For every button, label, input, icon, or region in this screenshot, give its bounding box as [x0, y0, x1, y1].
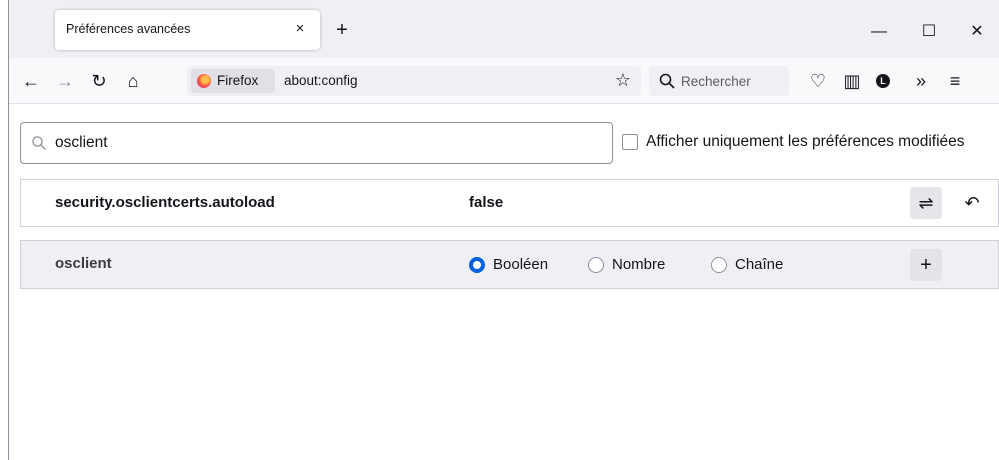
pref-row: security.osclientcerts.autoload false ⇌ …: [20, 179, 999, 227]
account-avatar-icon[interactable]: L: [876, 74, 890, 88]
new-tab-button[interactable]: +: [331, 20, 353, 42]
radio-string-label[interactable]: Chaîne: [735, 256, 783, 273]
forward-button[interactable]: →: [51, 67, 79, 95]
show-modified-checkbox[interactable]: [622, 134, 638, 150]
radio-boolean[interactable]: [469, 257, 485, 273]
radio-number[interactable]: [588, 257, 604, 273]
tab-advanced-preferences[interactable]: Préférences avancées ×: [55, 10, 320, 50]
show-modified-label: Afficher uniquement les préférences modi…: [646, 133, 965, 150]
radio-boolean-label[interactable]: Booléen: [493, 256, 548, 273]
firefox-logo-icon: [197, 74, 211, 88]
home-button[interactable]: ⌂: [119, 67, 147, 95]
identity-label: Firefox: [217, 73, 259, 88]
bookmark-star-icon[interactable]: ☆: [611, 68, 635, 92]
pref-value: false: [469, 194, 504, 211]
back-button[interactable]: ←: [17, 67, 45, 95]
close-window-button[interactable]: ✕: [962, 22, 992, 46]
tab-close-icon[interactable]: ×: [290, 19, 310, 39]
url-bar[interactable]: Firefox about:config ☆: [187, 66, 641, 96]
maximize-button[interactable]: ☐: [914, 22, 944, 46]
radio-string[interactable]: [711, 257, 727, 273]
search-filter-box: [20, 122, 613, 164]
minimize-button[interactable]: —: [864, 22, 894, 46]
reload-button[interactable]: ↻: [85, 67, 113, 95]
search-placeholder: Rechercher: [681, 74, 751, 89]
radio-number-label[interactable]: Nombre: [612, 256, 665, 273]
search-input[interactable]: [55, 132, 595, 154]
search-bar[interactable]: Rechercher: [649, 66, 789, 96]
overflow-chevron-icon[interactable]: »: [907, 67, 935, 95]
sidebar-icon[interactable]: ▥: [838, 67, 866, 95]
new-pref-row: osclient Booléen Nombre Chaîne +: [20, 240, 999, 289]
new-pref-name: osclient: [55, 255, 112, 272]
menu-hamburger-icon[interactable]: ≡: [941, 67, 969, 95]
tab-title: Préférences avancées: [66, 22, 191, 36]
pocket-icon[interactable]: ♡: [804, 67, 832, 95]
search-icon: [659, 73, 675, 89]
add-button[interactable]: +: [910, 249, 942, 281]
url-text[interactable]: about:config: [284, 73, 358, 88]
identity-box[interactable]: Firefox: [191, 69, 275, 93]
window-left-edge: [0, 0, 9, 460]
search-icon: [32, 136, 46, 150]
reset-button[interactable]: ↶: [956, 187, 988, 219]
toggle-button[interactable]: ⇌: [910, 187, 942, 219]
pref-name: security.osclientcerts.autoload: [55, 194, 275, 211]
tab-strip: Préférences avancées × + — ☐ ✕: [9, 0, 999, 58]
navigation-bar: ← → ↻ ⌂ Firefox about:config ☆ Recherche…: [9, 58, 999, 104]
